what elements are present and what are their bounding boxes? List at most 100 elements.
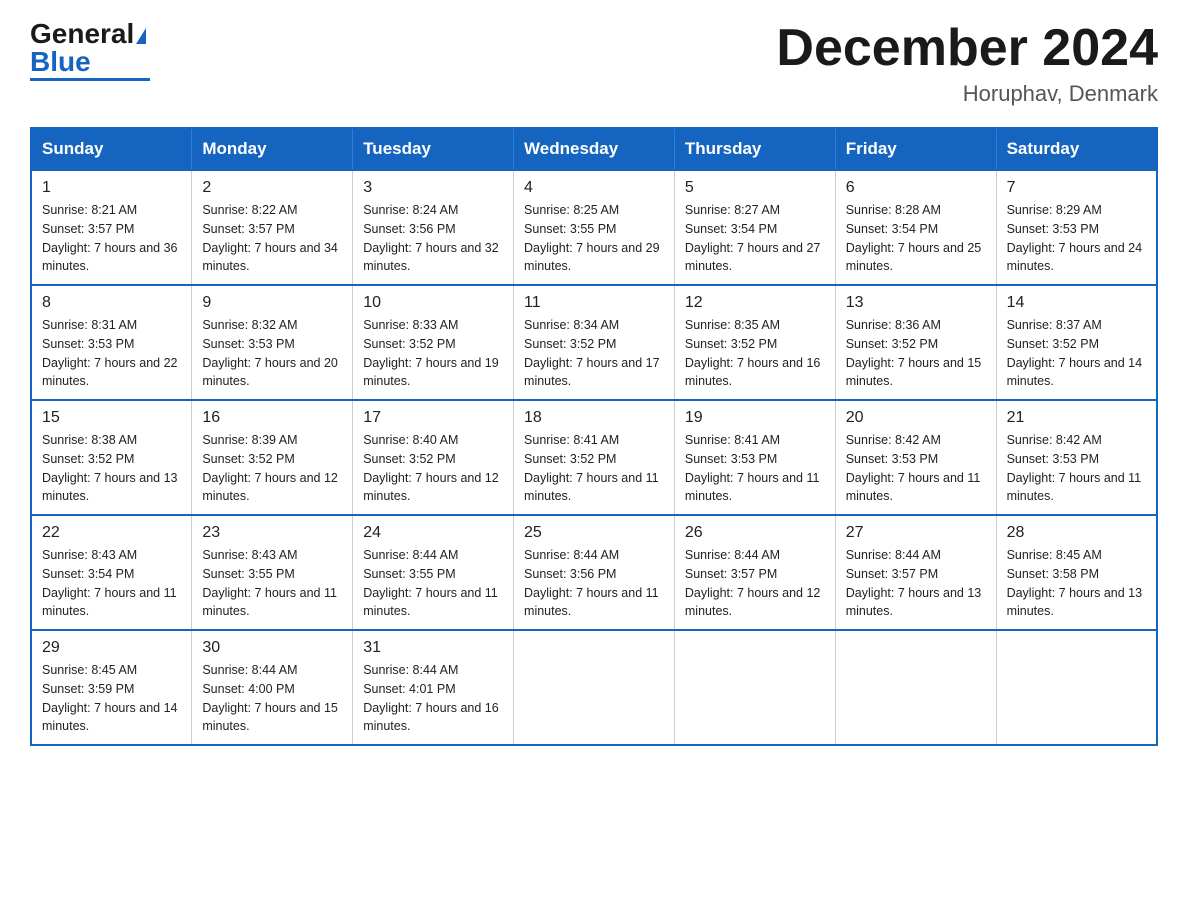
day-info: Sunrise: 8:42 AMSunset: 3:53 PMDaylight:… bbox=[846, 431, 986, 506]
calendar-cell: 27 Sunrise: 8:44 AMSunset: 3:57 PMDayligh… bbox=[835, 515, 996, 630]
calendar-cell: 28 Sunrise: 8:45 AMSunset: 3:58 PMDayligh… bbox=[996, 515, 1157, 630]
calendar-cell bbox=[514, 630, 675, 745]
day-info: Sunrise: 8:36 AMSunset: 3:52 PMDaylight:… bbox=[846, 316, 986, 391]
header-monday: Monday bbox=[192, 128, 353, 170]
day-number: 26 bbox=[685, 524, 825, 542]
day-info: Sunrise: 8:44 AMSunset: 3:57 PMDaylight:… bbox=[685, 546, 825, 621]
logo: General Blue bbox=[30, 20, 150, 81]
day-number: 19 bbox=[685, 409, 825, 427]
header-thursday: Thursday bbox=[674, 128, 835, 170]
day-info: Sunrise: 8:45 AMSunset: 3:58 PMDaylight:… bbox=[1007, 546, 1146, 621]
day-info: Sunrise: 8:28 AMSunset: 3:54 PMDaylight:… bbox=[846, 201, 986, 276]
day-number: 17 bbox=[363, 409, 503, 427]
day-number: 4 bbox=[524, 179, 664, 197]
calendar-table: SundayMondayTuesdayWednesdayThursdayFrid… bbox=[30, 127, 1158, 746]
day-number: 24 bbox=[363, 524, 503, 542]
day-info: Sunrise: 8:29 AMSunset: 3:53 PMDaylight:… bbox=[1007, 201, 1146, 276]
day-info: Sunrise: 8:44 AMSunset: 4:01 PMDaylight:… bbox=[363, 661, 503, 736]
day-info: Sunrise: 8:42 AMSunset: 3:53 PMDaylight:… bbox=[1007, 431, 1146, 506]
day-info: Sunrise: 8:39 AMSunset: 3:52 PMDaylight:… bbox=[202, 431, 342, 506]
day-info: Sunrise: 8:44 AMSunset: 3:56 PMDaylight:… bbox=[524, 546, 664, 621]
title-block: December 2024 Horuphav, Denmark bbox=[776, 20, 1158, 107]
day-number: 2 bbox=[202, 179, 342, 197]
calendar-cell: 22Sunrise: 8:43 AMSunset: 3:54 PMDayligh… bbox=[31, 515, 192, 630]
week-row-1: 1Sunrise: 8:21 AMSunset: 3:57 PMDaylight… bbox=[31, 170, 1157, 285]
day-number: 6 bbox=[846, 179, 986, 197]
month-title: December 2024 bbox=[776, 20, 1158, 77]
day-number: 25 bbox=[524, 524, 664, 542]
day-info: Sunrise: 8:43 AMSunset: 3:55 PMDaylight:… bbox=[202, 546, 342, 621]
calendar-cell: 5Sunrise: 8:27 AMSunset: 3:54 PMDaylight… bbox=[674, 170, 835, 285]
location: Horuphav, Denmark bbox=[776, 81, 1158, 107]
day-info: Sunrise: 8:44 AMSunset: 3:55 PMDaylight:… bbox=[363, 546, 503, 621]
week-row-3: 15Sunrise: 8:38 AMSunset: 3:52 PMDayligh… bbox=[31, 400, 1157, 515]
day-info: Sunrise: 8:27 AMSunset: 3:54 PMDaylight:… bbox=[685, 201, 825, 276]
calendar-cell: 25 Sunrise: 8:44 AMSunset: 3:56 PMDayligh… bbox=[514, 515, 675, 630]
calendar-header-row: SundayMondayTuesdayWednesdayThursdayFrid… bbox=[31, 128, 1157, 170]
day-number: 23 bbox=[202, 524, 342, 542]
calendar-cell: 4 Sunrise: 8:25 AMSunset: 3:55 PMDaylight… bbox=[514, 170, 675, 285]
day-number: 8 bbox=[42, 294, 181, 312]
calendar-cell: 29Sunrise: 8:45 AMSunset: 3:59 PMDayligh… bbox=[31, 630, 192, 745]
day-info: Sunrise: 8:34 AMSunset: 3:52 PMDaylight:… bbox=[524, 316, 664, 391]
calendar-cell: 23 Sunrise: 8:43 AMSunset: 3:55 PMDayligh… bbox=[192, 515, 353, 630]
day-number: 3 bbox=[363, 179, 503, 197]
day-info: Sunrise: 8:22 AMSunset: 3:57 PMDaylight:… bbox=[202, 201, 342, 276]
page-header: General Blue December 2024 Horuphav, Den… bbox=[30, 20, 1158, 107]
calendar-cell: 14Sunrise: 8:37 AMSunset: 3:52 PMDayligh… bbox=[996, 285, 1157, 400]
day-number: 14 bbox=[1007, 294, 1146, 312]
day-number: 27 bbox=[846, 524, 986, 542]
calendar-cell: 2 Sunrise: 8:22 AMSunset: 3:57 PMDaylight… bbox=[192, 170, 353, 285]
day-info: Sunrise: 8:43 AMSunset: 3:54 PMDaylight:… bbox=[42, 546, 181, 621]
logo-triangle-icon bbox=[136, 28, 146, 44]
day-info: Sunrise: 8:44 AMSunset: 3:57 PMDaylight:… bbox=[846, 546, 986, 621]
day-number: 13 bbox=[846, 294, 986, 312]
calendar-cell: 17 Sunrise: 8:40 AMSunset: 3:52 PMDayligh… bbox=[353, 400, 514, 515]
header-sunday: Sunday bbox=[31, 128, 192, 170]
day-info: Sunrise: 8:41 AMSunset: 3:53 PMDaylight:… bbox=[685, 431, 825, 506]
day-number: 15 bbox=[42, 409, 181, 427]
calendar-cell: 15Sunrise: 8:38 AMSunset: 3:52 PMDayligh… bbox=[31, 400, 192, 515]
day-number: 18 bbox=[524, 409, 664, 427]
day-number: 9 bbox=[202, 294, 342, 312]
week-row-2: 8Sunrise: 8:31 AMSunset: 3:53 PMDaylight… bbox=[31, 285, 1157, 400]
day-number: 28 bbox=[1007, 524, 1146, 542]
calendar-cell: 20 Sunrise: 8:42 AMSunset: 3:53 PMDayligh… bbox=[835, 400, 996, 515]
calendar-cell: 16 Sunrise: 8:39 AMSunset: 3:52 PMDayligh… bbox=[192, 400, 353, 515]
day-info: Sunrise: 8:35 AMSunset: 3:52 PMDaylight:… bbox=[685, 316, 825, 391]
day-number: 11 bbox=[524, 294, 664, 312]
header-wednesday: Wednesday bbox=[514, 128, 675, 170]
header-tuesday: Tuesday bbox=[353, 128, 514, 170]
calendar-cell: 11 Sunrise: 8:34 AMSunset: 3:52 PMDayligh… bbox=[514, 285, 675, 400]
calendar-cell: 3Sunrise: 8:24 AMSunset: 3:56 PMDaylight… bbox=[353, 170, 514, 285]
logo-text: General Blue bbox=[30, 20, 146, 76]
day-info: Sunrise: 8:44 AMSunset: 4:00 PMDaylight:… bbox=[202, 661, 342, 736]
calendar-cell: 12 Sunrise: 8:35 AMSunset: 3:52 PMDayligh… bbox=[674, 285, 835, 400]
logo-underline bbox=[30, 78, 150, 81]
day-info: Sunrise: 8:21 AMSunset: 3:57 PMDaylight:… bbox=[42, 201, 181, 276]
day-info: Sunrise: 8:25 AMSunset: 3:55 PMDaylight:… bbox=[524, 201, 664, 276]
calendar-cell: 24 Sunrise: 8:44 AMSunset: 3:55 PMDayligh… bbox=[353, 515, 514, 630]
day-number: 10 bbox=[363, 294, 503, 312]
day-number: 29 bbox=[42, 639, 181, 657]
day-number: 12 bbox=[685, 294, 825, 312]
logo-blue: Blue bbox=[30, 46, 91, 77]
calendar-cell: 21 Sunrise: 8:42 AMSunset: 3:53 PMDayligh… bbox=[996, 400, 1157, 515]
day-number: 30 bbox=[202, 639, 342, 657]
calendar-cell: 26 Sunrise: 8:44 AMSunset: 3:57 PMDayligh… bbox=[674, 515, 835, 630]
calendar-cell bbox=[674, 630, 835, 745]
day-info: Sunrise: 8:40 AMSunset: 3:52 PMDaylight:… bbox=[363, 431, 503, 506]
day-number: 20 bbox=[846, 409, 986, 427]
calendar-cell bbox=[835, 630, 996, 745]
day-info: Sunrise: 8:32 AMSunset: 3:53 PMDaylight:… bbox=[202, 316, 342, 391]
calendar-cell: 19 Sunrise: 8:41 AMSunset: 3:53 PMDayligh… bbox=[674, 400, 835, 515]
calendar-cell: 7 Sunrise: 8:29 AMSunset: 3:53 PMDaylight… bbox=[996, 170, 1157, 285]
header-saturday: Saturday bbox=[996, 128, 1157, 170]
day-info: Sunrise: 8:33 AMSunset: 3:52 PMDaylight:… bbox=[363, 316, 503, 391]
day-number: 16 bbox=[202, 409, 342, 427]
day-number: 7 bbox=[1007, 179, 1146, 197]
logo-general: General bbox=[30, 18, 134, 49]
day-number: 31 bbox=[363, 639, 503, 657]
calendar-cell bbox=[996, 630, 1157, 745]
day-number: 21 bbox=[1007, 409, 1146, 427]
